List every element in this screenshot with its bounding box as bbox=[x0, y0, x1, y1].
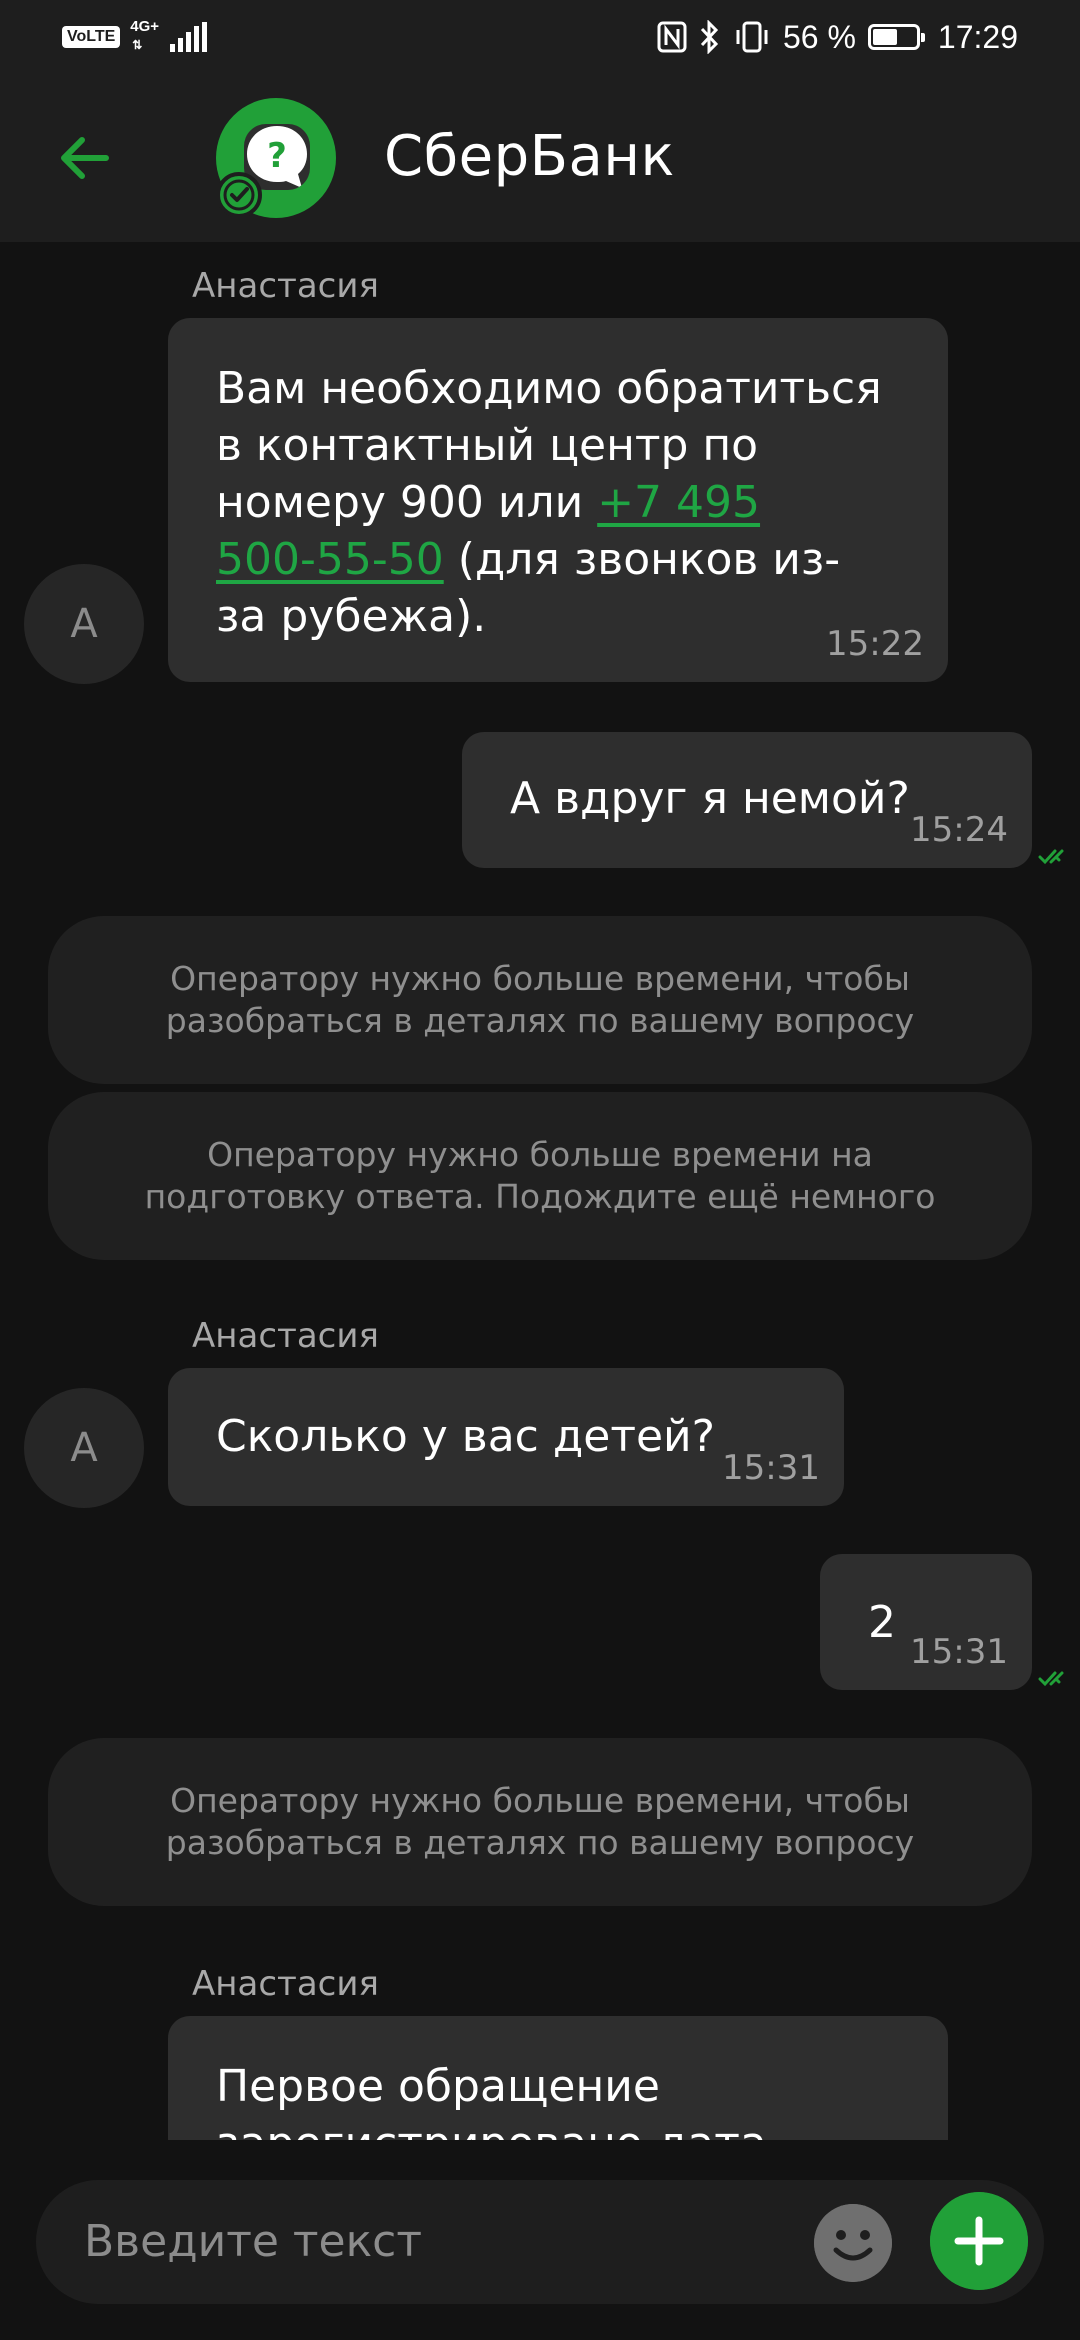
battery-percent: 56 % bbox=[782, 18, 856, 55]
phone-link-line2: 500-55-50 bbox=[216, 534, 444, 585]
network-label: 4G+ bbox=[130, 18, 160, 35]
message-text-part: Вам необходимо обратиться в контактный ц… bbox=[216, 363, 882, 528]
system-notice: Оператору нужно больше времени, чтобы ра… bbox=[48, 1738, 1032, 1906]
message-time: 15:22 bbox=[826, 624, 924, 664]
nfc-icon bbox=[657, 21, 687, 53]
avatar: А bbox=[24, 1388, 144, 1508]
smiley-icon[interactable] bbox=[814, 2204, 892, 2282]
clock: 17:29 bbox=[937, 18, 1018, 55]
double-check-icon bbox=[1038, 1671, 1064, 1687]
message-bubble-incoming[interactable]: Сколько у вас детей? 15:31 bbox=[168, 1368, 844, 1506]
chat-header: ? СберБанк bbox=[0, 76, 1080, 242]
phone-link-line1: +7 495 bbox=[597, 477, 761, 528]
verified-check-icon bbox=[216, 172, 262, 218]
message-time: 15:31 bbox=[722, 1448, 820, 1488]
message-text: Первое обращение зарегистрировано дата bbox=[216, 2061, 767, 2140]
message-bubble-outgoing[interactable]: 2 15:31 bbox=[820, 1554, 1032, 1690]
sender-name: Анастасия bbox=[192, 1964, 379, 2004]
message-text: Сколько у вас детей? bbox=[216, 1411, 715, 1462]
double-check-icon bbox=[1038, 849, 1064, 865]
compose-bar: Введите текст bbox=[0, 2140, 1080, 2340]
arrow-left-icon[interactable] bbox=[52, 126, 116, 190]
sender-name: Анастасия bbox=[192, 1316, 379, 1356]
message-input[interactable]: Введите текст bbox=[36, 2180, 1044, 2304]
svg-text:?: ? bbox=[267, 136, 287, 176]
status-left: VoLTE 4G+ ⇅ bbox=[62, 18, 208, 54]
status-bar: VoLTE 4G+ ⇅ 56 % 17:29 bbox=[0, 0, 1080, 76]
sender-name: Анастасия bbox=[192, 266, 379, 306]
message-bubble-incoming[interactable]: Вам необходимо обратиться в контактный ц… bbox=[168, 318, 948, 682]
volte-badge: VoLTE bbox=[62, 26, 121, 48]
avatar: А bbox=[24, 564, 144, 684]
chat-title: СберБанк bbox=[384, 124, 675, 189]
system-notice: Оператору нужно больше времени, чтобы ра… bbox=[48, 916, 1032, 1084]
bluetooth-icon bbox=[700, 20, 719, 54]
message-bubble-outgoing[interactable]: А вдруг я немой? 15:24 bbox=[462, 732, 1032, 868]
bank-avatar[interactable]: ? bbox=[216, 98, 336, 218]
status-right: 56 % 17:29 bbox=[657, 18, 1018, 56]
message-text: Вам необходимо обратиться в контактный ц… bbox=[216, 360, 888, 645]
battery-icon bbox=[867, 24, 925, 50]
input-placeholder: Введите текст bbox=[84, 2216, 422, 2267]
plus-icon[interactable] bbox=[930, 2192, 1028, 2290]
chat-messages[interactable]: Анастасия А Вам необходимо обратиться в … bbox=[0, 242, 1080, 2140]
signal-icon bbox=[170, 22, 208, 52]
message-time: 15:31 bbox=[910, 1632, 1008, 1672]
message-bubble-incoming[interactable]: Первое обращение зарегистрировано дата bbox=[168, 2016, 948, 2140]
vibrate-icon bbox=[736, 21, 768, 53]
network-type: 4G+ ⇅ bbox=[130, 18, 160, 54]
system-notice: Оператору нужно больше времени на подгот… bbox=[48, 1092, 1032, 1260]
message-time: 15:24 bbox=[910, 810, 1008, 850]
data-arrows-icon: ⇅ bbox=[132, 38, 143, 52]
